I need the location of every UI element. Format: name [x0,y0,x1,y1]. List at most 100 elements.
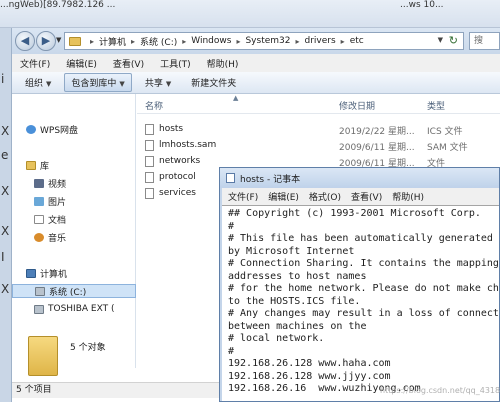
back-button[interactable]: ◀ [15,31,35,51]
address-field[interactable]: ▸ 计算机 ▸ 系统 (C:) ▸ Windows ▸ System32 ▸ d… [64,32,464,50]
chevron-right-icon[interactable]: ▸ [90,37,94,46]
notepad-menu-format[interactable]: 格式(O) [309,190,341,203]
background-window-title: ...ngWeb)[89.7982.126 ... [0,0,116,10]
forward-button[interactable]: ▶ [36,31,56,51]
menu-view[interactable]: 查看(V) [113,57,144,70]
column-date-modified[interactable]: 修改日期 [339,99,375,112]
folder-icon [69,36,81,46]
nav-item-toshiba-drive[interactable]: TOSHIBA EXT ( [12,302,136,316]
text-line: to the HOSTS.ICS file. [228,295,361,307]
menu-file[interactable]: 文件(F) [20,57,50,70]
breadcrumb-c-drive[interactable]: 系统 (C:) [140,35,177,48]
folder-icon [28,336,58,376]
file-name: services [159,188,196,198]
file-icon [145,188,154,199]
nav-item-label: 库 [40,161,50,172]
text-line: # [228,345,235,357]
organize-button[interactable]: 组织 ▼ [18,73,58,92]
chevron-down-icon: ▼ [165,80,172,88]
left-fragment: X [1,184,10,198]
drive-icon [34,304,44,314]
notepad-menu-file[interactable]: 文件(F) [228,190,258,203]
sort-ascending-icon: ▲ [233,94,239,102]
nav-item-library[interactable]: 库 [12,158,136,172]
drive-icon [35,286,45,296]
search-input[interactable]: 搜 [469,32,500,50]
file-row-lmhosts[interactable]: lmhosts.sam 2009/6/11 星期... SAM 文件 [137,138,500,154]
breadcrumb-etc[interactable]: etc [350,36,364,46]
chevron-right-icon[interactable]: ▸ [131,37,135,46]
notepad-menu-view[interactable]: 查看(V) [351,190,382,203]
nav-item-computer[interactable]: 计算机 [12,266,136,280]
background-window-left-edge: i X e X X I X [0,28,12,402]
breadcrumb-drivers[interactable]: drivers [305,36,336,46]
refresh-icon[interactable]: ↻ [449,34,458,47]
file-row-hosts[interactable]: hosts 2019/2/22 星期... ICS 文件 [137,122,500,138]
computer-icon [26,268,36,278]
address-dropdown-icon[interactable]: ▼ [438,36,443,44]
nav-item-wps-cloud[interactable]: WPS网盘 [12,122,136,136]
file-name: protocol [159,172,196,182]
file-icon [145,156,154,167]
organize-label: 组织 [25,79,44,89]
breadcrumb-computer[interactable]: 计算机 [99,35,126,48]
recent-pages-dropdown-icon[interactable]: ▼ [56,36,61,44]
forward-arrow-icon: ▶ [41,34,51,47]
notepad-text-area[interactable]: ## Copyright (c) 1993-2001 Microsoft Cor… [222,205,499,401]
notepad-menubar: 文件(F) 编辑(E) 格式(O) 查看(V) 帮助(H) [222,188,499,205]
include-in-library-label: 包含到库中 [71,79,117,89]
chevron-right-icon[interactable]: ▸ [182,37,186,46]
text-line: 192.168.26.128 www.jjyy.com [228,370,391,382]
explorer-menubar: 文件(F) 编辑(E) 查看(V) 工具(T) 帮助(H) [12,54,500,72]
nav-item-label: 视频 [48,179,67,190]
menu-edit[interactable]: 编辑(E) [66,57,97,70]
menu-tools[interactable]: 工具(T) [160,57,191,70]
notepad-window: hosts - 记事本 文件(F) 编辑(E) 格式(O) 查看(V) 帮助(H… [219,167,500,402]
chevron-right-icon[interactable]: ▸ [341,37,345,46]
breadcrumb-system32[interactable]: System32 [245,36,290,46]
text-line: addresses to host names [228,270,367,282]
share-button[interactable]: 共享 ▼ [138,73,178,92]
text-line: between machines on the [228,320,367,332]
file-icon [145,140,154,151]
new-folder-button[interactable]: 新建文件夹 [184,73,243,92]
nav-item-label: WPS网盘 [40,125,79,136]
nav-item-c-drive[interactable]: 系统 (C:) [12,284,136,298]
column-name[interactable]: 名称 [145,99,163,112]
chevron-down-icon: ▼ [46,80,52,88]
include-in-library-button[interactable]: 包含到库中 ▼ [64,73,132,92]
file-date: 2009/6/11 星期... [339,143,415,153]
library-icon [26,160,36,170]
nav-item-documents[interactable]: 文档 [12,212,136,226]
cloud-icon [26,124,36,134]
text-line: ## Copyright (c) 1993-2001 Microsoft Cor… [228,208,481,219]
nav-item-music[interactable]: 音乐 [12,230,136,244]
nav-item-label: 系统 (C:) [49,287,87,298]
notepad-icon [226,173,235,183]
chevron-right-icon[interactable]: ▸ [295,37,299,46]
text-line: # [228,220,235,232]
navigation-pane: WPS网盘 库 视频 图片 文档 音乐 计算机 系统 (C:) TOSHIBA … [12,94,136,368]
text-line: by Microsoft Internet [228,245,355,257]
video-icon [34,178,44,188]
notepad-menu-help[interactable]: 帮助(H) [392,190,424,203]
text-line: # for the home network. Please do not ma… [228,283,499,294]
notepad-menu-edit[interactable]: 编辑(E) [268,190,299,203]
breadcrumb-windows[interactable]: Windows [191,36,231,46]
file-name: hosts [159,124,184,134]
music-icon [34,232,44,242]
nav-item-pictures[interactable]: 图片 [12,194,136,208]
menu-help[interactable]: 帮助(H) [207,57,239,70]
notepad-title: hosts - 记事本 [240,175,301,185]
column-type[interactable]: 类型 [427,99,445,112]
background-window-titlebar: ...ngWeb)[89.7982.126 ... ...ws 10... [0,0,500,28]
left-fragment: X [1,282,10,296]
notepad-titlebar[interactable]: hosts - 记事本 [220,168,499,188]
document-icon [34,214,44,224]
nav-item-label: 图片 [48,197,67,208]
chevron-right-icon[interactable]: ▸ [236,37,240,46]
left-fragment: i [1,72,5,86]
picture-icon [34,196,44,206]
nav-item-videos[interactable]: 视频 [12,176,136,190]
background-window-title-right: ...ws 10... [400,0,444,10]
